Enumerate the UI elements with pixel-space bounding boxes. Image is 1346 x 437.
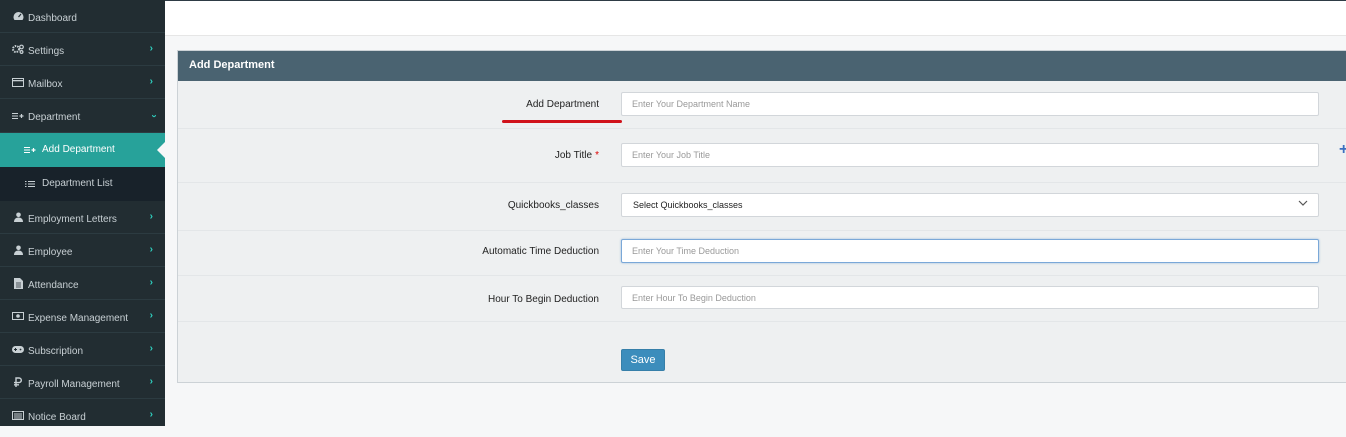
sidebar-item-dashboard[interactable]: Dashboard xyxy=(0,0,165,33)
chevron-right-icon: › xyxy=(149,244,153,255)
job-title-label: Job Title * xyxy=(554,150,599,161)
begin-deduction-input[interactable] xyxy=(621,286,1319,309)
department-row: Add Department xyxy=(178,81,1346,129)
department-label: Add Department xyxy=(526,99,599,110)
sidebar-item-expense-management[interactable]: Expense Management › xyxy=(0,300,165,333)
dashboard-icon xyxy=(12,0,24,32)
sidebar-item-attendance[interactable]: Attendance › xyxy=(0,267,165,300)
sidebar-item-label: Notice Board xyxy=(28,412,86,423)
department-icon xyxy=(12,99,24,132)
chevron-right-icon: › xyxy=(149,43,153,54)
money-icon xyxy=(12,300,24,332)
quickbooks-label: Quickbooks_classes xyxy=(507,200,599,211)
quickbooks-row: Quickbooks_classes Select Quickbooks_cla… xyxy=(178,182,1346,231)
highlight-underline xyxy=(502,120,622,123)
newspaper-icon xyxy=(12,399,24,432)
sidebar-item-payroll-management[interactable]: Payroll Management › xyxy=(0,366,165,399)
sidebar-subitem-department-list[interactable]: Department List xyxy=(0,167,165,201)
begin-deduction-label: Hour To Begin Deduction xyxy=(488,294,599,305)
chevron-right-icon: › xyxy=(149,277,153,288)
job-title-row: Job Title * xyxy=(178,128,1346,183)
sidebar-item-employee[interactable]: Employee › xyxy=(0,234,165,267)
mailbox-icon xyxy=(12,66,24,98)
chevron-down-icon xyxy=(1298,200,1308,206)
chevron-down-icon: › xyxy=(148,114,160,118)
chevron-right-icon: › xyxy=(149,211,153,222)
sidebar-item-notice-board[interactable]: Notice Board › xyxy=(0,399,165,432)
chevron-right-icon: › xyxy=(149,343,153,354)
add-list-icon xyxy=(24,133,36,167)
sidebar-item-settings[interactable]: Settings › xyxy=(0,33,165,66)
cogs-icon xyxy=(12,33,24,65)
job-title-input[interactable] xyxy=(621,143,1319,167)
sidebar-subitem-label: Department List xyxy=(42,178,113,189)
sidebar-subitem-add-department[interactable]: Add Department xyxy=(0,133,165,167)
required-asterisk: * xyxy=(595,150,599,161)
chevron-right-icon: › xyxy=(149,76,153,87)
add-department-panel: Add Department Add Department Job Title*… xyxy=(177,50,1346,383)
ruble-icon xyxy=(12,366,24,398)
gamepad-icon xyxy=(12,333,24,365)
time-deduction-label: Automatic Time Deduction xyxy=(482,246,599,257)
quickbooks-selected-value: Select Quickbooks_classes xyxy=(633,200,743,210)
user-icon xyxy=(12,234,24,266)
sidebar-item-department[interactable]: Department › xyxy=(0,99,165,133)
time-deduction-row: Automatic Time Deduction xyxy=(178,230,1346,276)
chevron-right-icon: › xyxy=(149,376,153,387)
user-icon xyxy=(12,201,24,233)
sidebar-subitem-label: Add Department xyxy=(42,144,115,155)
sidebar-item-label: Department xyxy=(28,112,81,123)
begin-deduction-row: Hour To Begin Deduction xyxy=(178,275,1346,322)
quickbooks-select[interactable]: Select Quickbooks_classes xyxy=(621,193,1319,217)
add-job-title-button[interactable]: + xyxy=(1339,141,1346,159)
save-button[interactable]: Save xyxy=(621,349,665,371)
file-icon xyxy=(12,267,24,299)
list-icon xyxy=(24,167,36,201)
time-deduction-input[interactable] xyxy=(621,239,1319,263)
sidebar: Dashboard Settings › Mailbox › Departmen… xyxy=(0,0,165,426)
top-navbar xyxy=(165,0,1346,36)
sidebar-item-employment-letters[interactable]: Employment Letters › xyxy=(0,201,165,234)
chevron-right-icon: › xyxy=(149,409,153,420)
department-name-input[interactable] xyxy=(621,92,1319,116)
panel-title: Add Department xyxy=(178,51,1346,81)
sidebar-item-mailbox[interactable]: Mailbox › xyxy=(0,66,165,99)
sidebar-item-subscription[interactable]: Subscription › xyxy=(0,333,165,366)
chevron-right-icon: › xyxy=(149,310,153,321)
